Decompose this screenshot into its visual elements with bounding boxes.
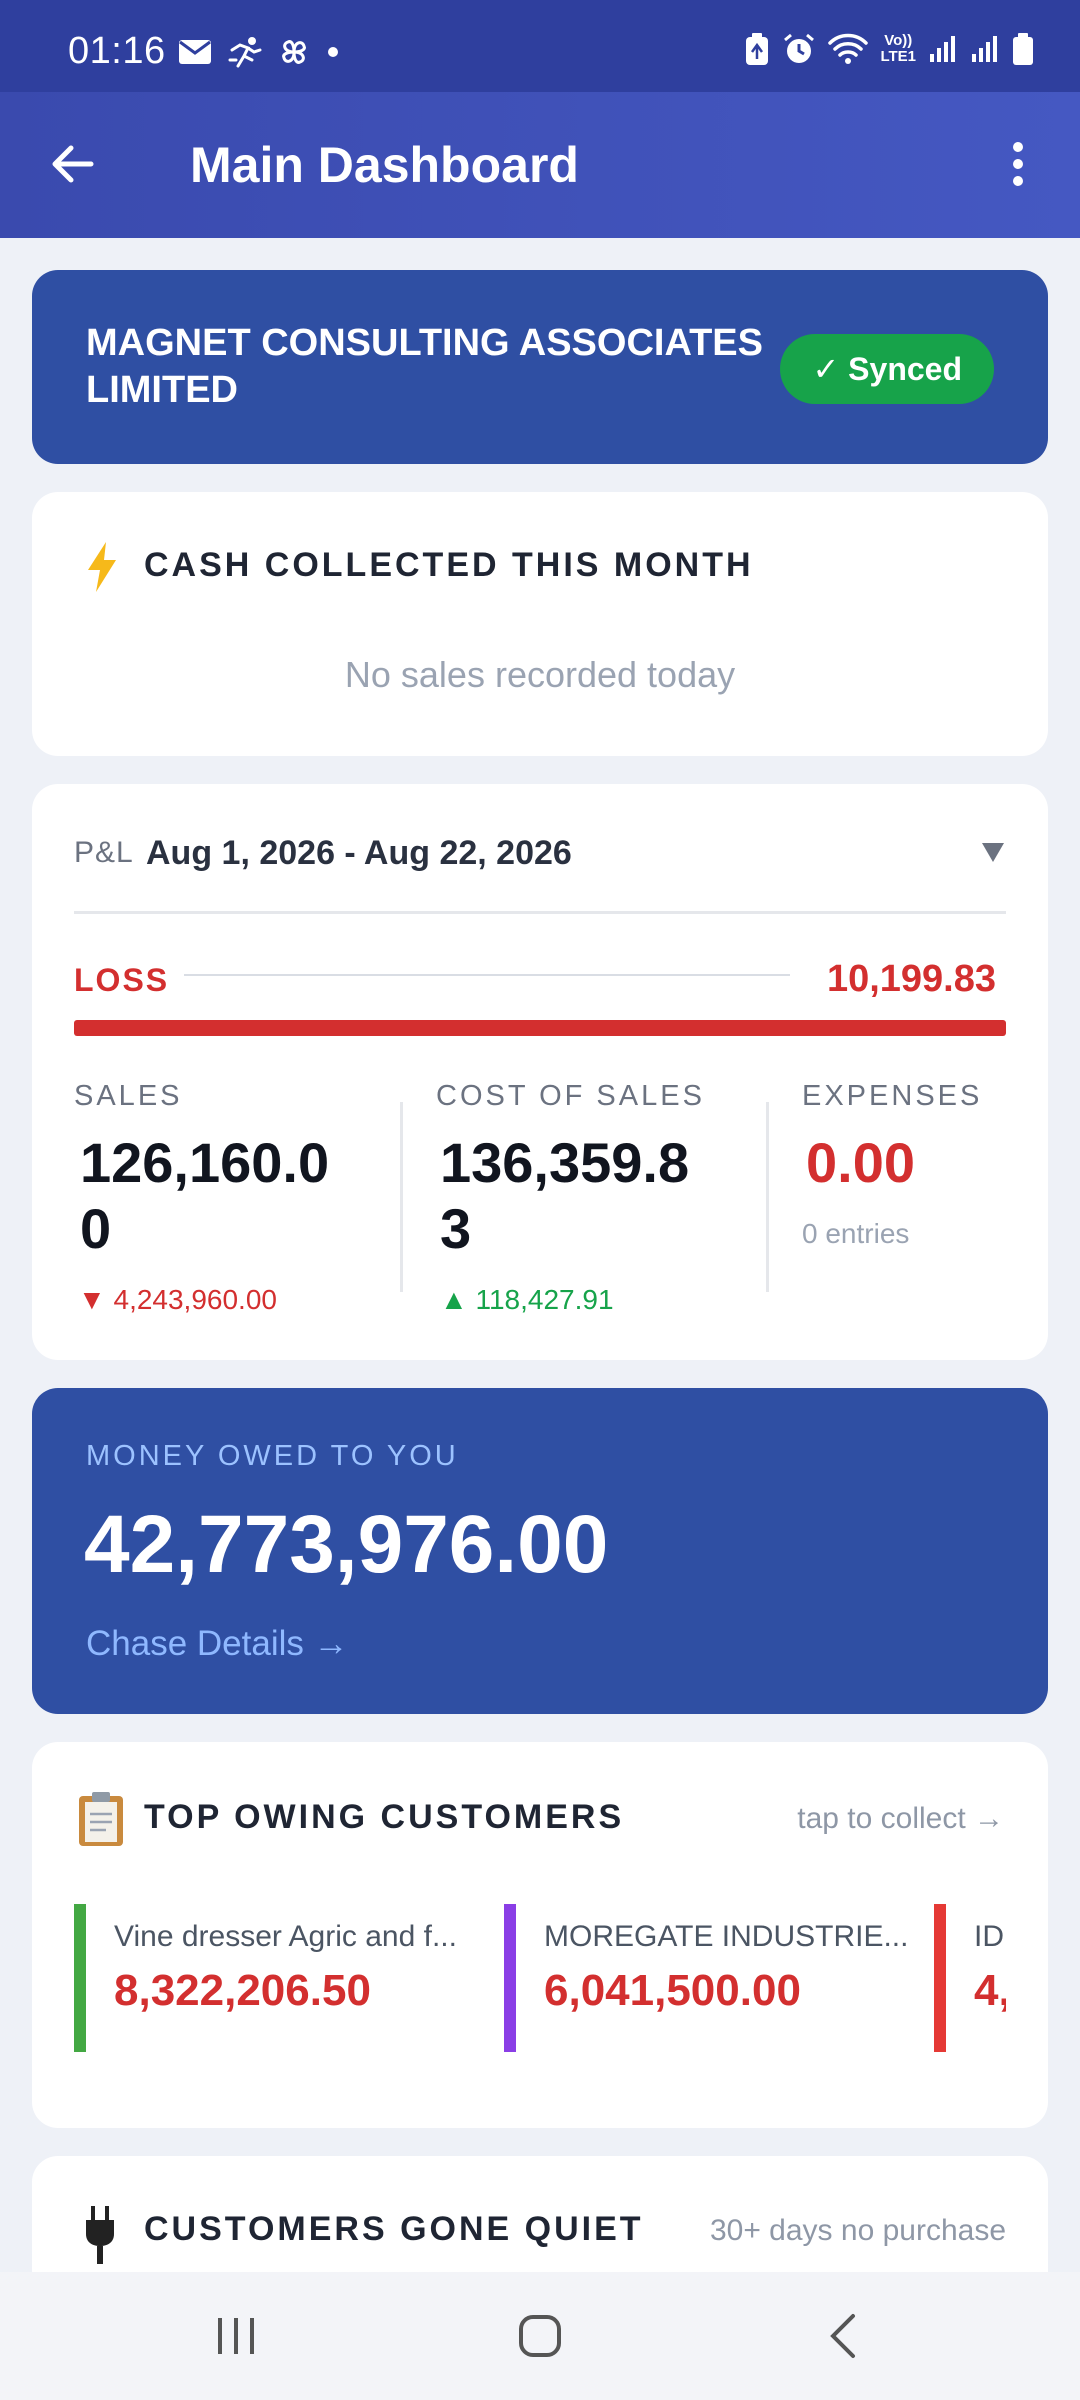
home-icon	[519, 2315, 561, 2357]
metric-separator	[766, 1102, 769, 1292]
pnl-divider	[74, 911, 1006, 914]
signal-icon	[970, 34, 1000, 64]
metric-sales-value: 126,160.00	[80, 1131, 330, 1260]
customer-amount: 4,	[974, 1966, 1006, 2015]
money-owed-value: 42,773,976.00	[84, 1499, 609, 1590]
metric-expenses-label: EXPENSES	[802, 1080, 983, 1112]
signal-icon	[928, 34, 958, 64]
customer-amount: 6,041,500.00	[544, 1966, 801, 2015]
metric-sales-label: SALES	[74, 1080, 183, 1112]
system-nav-bar	[0, 2272, 1080, 2400]
system-back-button[interactable]	[802, 2306, 882, 2366]
customer-name: MOREGATE INDUSTRIE...	[544, 1920, 909, 1953]
customer-color-bar	[74, 1904, 86, 2052]
battery-saver-icon	[744, 32, 770, 66]
home-button[interactable]	[500, 2306, 580, 2366]
metric-cost-value: 136,359.83	[440, 1131, 690, 1260]
recent-apps-button[interactable]	[196, 2306, 276, 2366]
metric-cost-label: COST OF SALES	[436, 1080, 705, 1112]
metric-cost-change: ▲ 118,427.91	[440, 1284, 614, 1315]
arrow-left-icon	[52, 145, 94, 183]
volte-icon: Vo)) LTE1	[880, 32, 916, 65]
sync-status-label: ✓ Synced	[812, 351, 962, 387]
pnl-result-label: LOSS	[74, 962, 170, 998]
company-name: MAGNET CONSULTING ASSOCIATES LIMITED	[86, 322, 763, 411]
status-right-icons: Vo)) LTE1	[744, 32, 1034, 66]
company-card: MAGNET CONSULTING ASSOCIATES LIMITED ✓ S…	[32, 270, 1048, 464]
wifi-icon	[828, 33, 869, 65]
sync-status-badge[interactable]: ✓ Synced	[780, 334, 994, 404]
customer-name: Vine dresser Agric and f...	[114, 1920, 457, 1953]
chase-details-link[interactable]: Chase Details →	[86, 1624, 349, 1664]
cash-collected-card[interactable]: CASH COLLECTED THIS MONTH No sales recor…	[32, 492, 1048, 756]
cash-empty-message: No sales recorded today	[344, 654, 736, 695]
money-owed-card: MONEY OWED TO YOU 42,773,976.00 Chase De…	[32, 1388, 1048, 1714]
running-icon	[226, 36, 262, 68]
customer-amount: 8,322,206.50	[114, 1966, 371, 2015]
pnl-result-leader	[184, 974, 790, 976]
lightning-icon	[88, 542, 116, 592]
pinwheel-icon	[276, 34, 312, 70]
cash-collected-title: CASH COLLECTED THIS MONTH	[144, 546, 754, 584]
pnl-card: P&L Aug 1, 2026 - Aug 22, 2026 LOSS 10,1…	[32, 784, 1048, 1360]
alarm-icon	[782, 32, 816, 66]
metric-expenses-value: 0.00	[806, 1131, 915, 1194]
customer-card[interactable]: Vine dresser Agric and f... 8,322,206.50	[74, 1904, 474, 2052]
pnl-date-range[interactable]: Aug 1, 2026 - Aug 22, 2026	[146, 834, 572, 873]
status-bar: 01:16 Vo)) LTE1	[0, 0, 1080, 92]
more-vertical-icon	[1013, 142, 1023, 186]
recent-apps-icon	[218, 2318, 254, 2354]
chevron-left-icon	[830, 2314, 855, 2358]
customer-color-bar	[504, 1904, 516, 2052]
pnl-result-value: 10,199.83	[826, 958, 996, 1000]
more-options-button[interactable]	[986, 132, 1050, 196]
metric-sales-change: ▼ 4,243,960.00	[78, 1284, 277, 1315]
pnl-result-bar	[74, 1020, 1006, 1036]
dot-icon	[326, 45, 340, 59]
dropdown-triangle-icon[interactable]	[980, 840, 1006, 864]
pnl-prefix: P&L	[74, 836, 134, 869]
gone-quiet-title: CUSTOMERS GONE QUIET	[144, 2210, 644, 2248]
customer-name: IDI	[974, 1920, 1006, 1953]
customer-card[interactable]: MOREGATE INDUSTRIE... 6,041,500.00	[504, 1904, 908, 2052]
battery-icon	[1012, 32, 1034, 66]
money-owed-label: MONEY OWED TO YOU	[86, 1440, 459, 1472]
page-title: Main Dashboard	[190, 137, 579, 193]
metric-expenses-entries: 0 entries	[802, 1218, 910, 1249]
top-owing-card: TOP OWING CUSTOMERS tap to collect → Vin…	[32, 1742, 1048, 2128]
back-button[interactable]	[40, 132, 104, 196]
customer-card[interactable]: IDI 4,	[934, 1904, 1006, 2052]
customer-color-bar	[934, 1904, 946, 2052]
metric-separator	[400, 1102, 403, 1292]
status-time: 01:16	[68, 30, 166, 72]
top-owing-hint[interactable]: tap to collect →	[797, 1802, 1004, 1836]
app-bar: Main Dashboard	[0, 92, 1080, 238]
top-owing-title: TOP OWING CUSTOMERS	[144, 1798, 625, 1836]
plug-icon	[86, 2206, 114, 2264]
clipboard-icon	[79, 1792, 123, 1846]
gone-quiet-hint: 30+ days no purchase	[709, 2214, 1006, 2247]
mail-icon	[178, 39, 212, 65]
status-left-icons	[178, 34, 340, 70]
